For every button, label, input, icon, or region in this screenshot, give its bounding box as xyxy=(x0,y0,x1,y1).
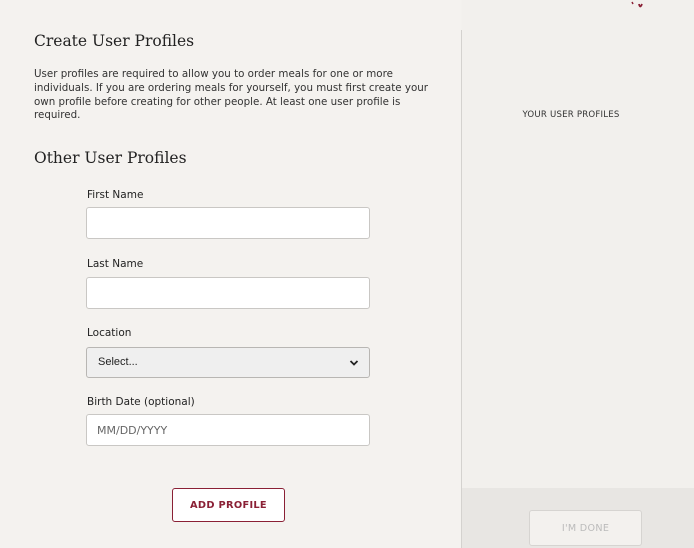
add-profile-button[interactable]: ADD PROFILE xyxy=(172,488,285,522)
location-selected-value: Select... xyxy=(98,356,138,368)
first-name-input[interactable] xyxy=(86,207,370,239)
intro-text: User profiles are required to allow you … xyxy=(34,68,429,122)
first-name-label: First Name xyxy=(87,189,144,201)
partial-icon xyxy=(631,1,643,8)
location-select[interactable]: Select... xyxy=(86,347,370,378)
birth-date-label: Birth Date (optional) xyxy=(87,396,195,408)
last-name-input[interactable] xyxy=(86,277,370,309)
section-title: Other User Profiles xyxy=(34,149,187,167)
chevron-down-icon xyxy=(349,360,359,366)
your-user-profiles-heading: YOUR USER PROFILES xyxy=(522,110,620,120)
done-button[interactable]: I'M DONE xyxy=(529,510,642,546)
last-name-label: Last Name xyxy=(87,258,144,270)
page-title: Create User Profiles xyxy=(34,32,195,50)
location-label: Location xyxy=(87,327,132,339)
birth-date-input[interactable] xyxy=(86,414,370,446)
user-profiles-panel xyxy=(462,0,694,548)
panel-divider xyxy=(461,30,462,548)
